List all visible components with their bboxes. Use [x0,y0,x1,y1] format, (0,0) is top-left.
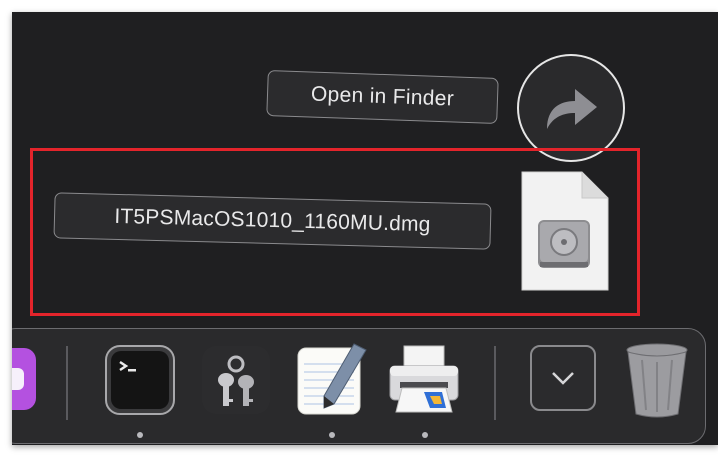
trash-icon [626,343,688,418]
running-indicator [329,432,335,438]
textedit-icon [297,343,367,415]
running-indicator [137,432,143,438]
open-in-finder-button[interactable]: Open in Finder [266,69,499,125]
dock-item-purple-app[interactable] [12,348,38,412]
dock-item-downloads-stack[interactable] [530,345,596,411]
open-in-finder-label: Open in Finder [310,82,455,111]
share-button[interactable] [517,54,625,162]
desktop-screen: Open in Finder IT5PSMacOS1010_1160MU.dmg [12,12,718,445]
file-name-text: IT5PSMacOS1010_1160MU.dmg [114,204,431,237]
printer-icon [389,345,459,413]
dock-item-terminal[interactable] [104,344,176,416]
dock-separator [66,346,68,420]
terminal-icon [105,345,175,415]
keys-icon [202,346,270,414]
disk-image-file-icon[interactable] [518,170,610,292]
share-arrow-icon [547,89,597,129]
chevron-down-icon [552,372,574,385]
dock-separator [494,346,496,420]
dock-item-keychain-access[interactable] [200,344,272,416]
dock-item-printer[interactable] [384,342,464,416]
purple-app-icon [12,348,36,410]
running-indicator [422,432,428,438]
dock-item-textedit[interactable] [294,338,370,418]
dock-item-trash[interactable] [622,342,692,418]
